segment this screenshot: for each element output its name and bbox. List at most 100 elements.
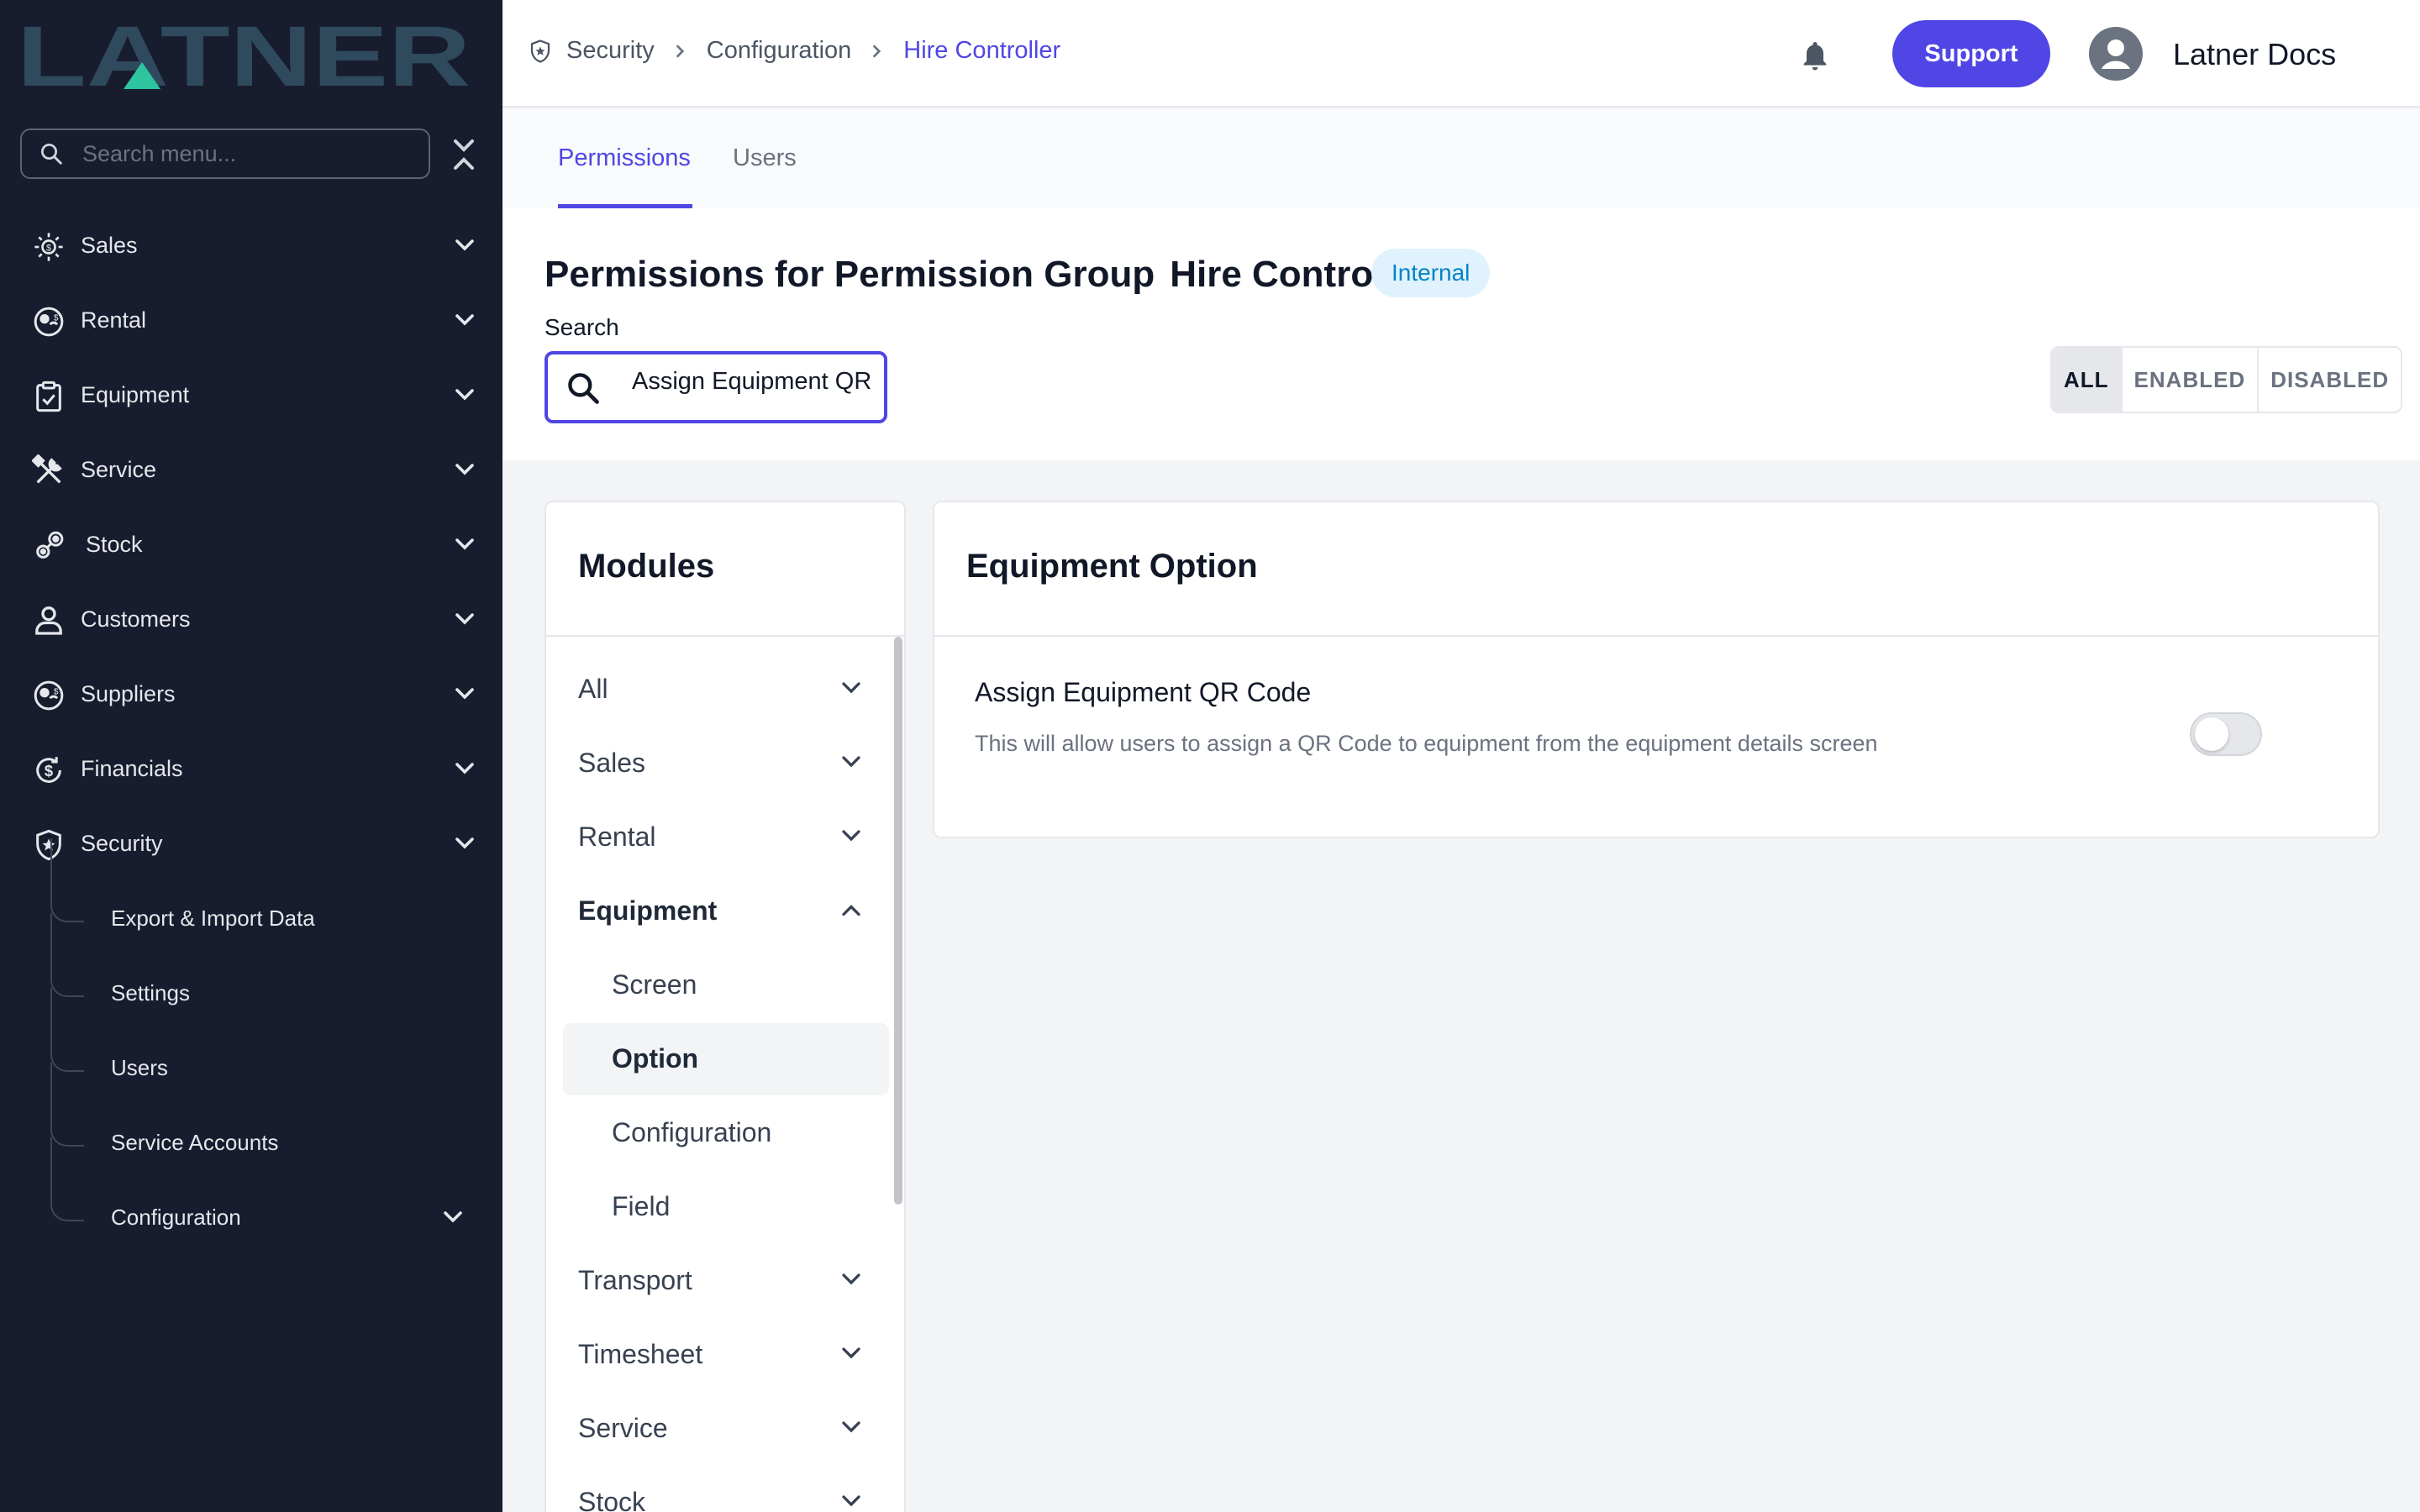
svg-text:$: $ — [46, 243, 51, 253]
sidebar-item-suppliers[interactable]: $ Suppliers — [0, 664, 502, 723]
avatar[interactable] — [2089, 27, 2143, 81]
module-sublabel: Configuration — [612, 1117, 772, 1147]
chevron-down-icon — [455, 239, 474, 251]
filter-all-button[interactable]: ALL — [2052, 348, 2123, 412]
shield-icon — [530, 39, 550, 63]
module-label: Sales — [578, 748, 646, 778]
breadcrumb-current[interactable]: Hire Controller — [903, 37, 1060, 65]
module-sublabel: Screen — [612, 969, 697, 1000]
tree-connector — [50, 988, 84, 1072]
sidebar-item-label: Sales — [81, 232, 138, 258]
sidebar-item-rental[interactable]: $ Rental — [0, 291, 502, 349]
svg-text:$: $ — [54, 313, 59, 323]
divider — [934, 635, 2378, 637]
toggle-knob — [2195, 717, 2228, 751]
filter-disabled-button[interactable]: DISABLED — [2259, 348, 2402, 412]
scrollbar[interactable] — [894, 637, 902, 1205]
chevron-down-icon — [455, 837, 474, 849]
module-subitem-screen[interactable]: Screen — [563, 949, 889, 1021]
tree-connector — [50, 1063, 84, 1147]
sidebar-item-financials[interactable]: $ Financials — [0, 739, 502, 798]
sidebar-search-input[interactable] — [82, 140, 418, 167]
breadcrumb-configuration[interactable]: Configuration — [707, 37, 852, 65]
modules-panel: Modules All Sales Rental Equipment Scree… — [544, 501, 906, 1512]
sidebar-item-stock[interactable]: Stock — [0, 515, 502, 574]
chevron-right-icon — [872, 44, 881, 58]
module-subitem-field[interactable]: Field — [563, 1171, 889, 1243]
module-item-stock[interactable]: Stock — [546, 1467, 891, 1512]
sidebar-item-label: Security — [81, 830, 163, 856]
module-label: Equipment — [578, 895, 718, 926]
support-button[interactable]: Support — [1892, 20, 2050, 87]
user-name[interactable]: Latner Docs — [2173, 37, 2336, 72]
rental-icon: $ — [34, 307, 64, 337]
module-label: Rental — [578, 822, 656, 852]
tab-users[interactable]: Users — [733, 144, 797, 172]
page-title-prefix: Permissions for Permission Group — [544, 254, 1155, 295]
sales-icon: $ — [34, 233, 63, 261]
supplier-icon: $ — [34, 680, 64, 711]
sidebar-item-label: Financials — [81, 755, 183, 781]
chevron-down-icon — [842, 682, 860, 694]
chevron-right-icon — [676, 44, 684, 58]
chevron-down-icon — [842, 756, 860, 768]
gears-icon — [36, 531, 64, 559]
latner-logo[interactable]: LATNER — [17, 18, 471, 92]
status-filter: ALL ENABLED DISABLED — [2050, 346, 2403, 413]
search-icon — [41, 144, 62, 165]
bell-icon[interactable] — [1798, 37, 1832, 74]
module-subitem-configuration[interactable]: Configuration — [563, 1097, 889, 1169]
sidebar-item-sales[interactable]: $ Sales — [0, 216, 502, 275]
module-item-sales[interactable]: Sales — [546, 727, 891, 800]
search-label: Search — [544, 314, 619, 340]
sidebar-subitem-configuration[interactable]: Configuration — [0, 1137, 502, 1247]
module-item-equipment[interactable]: Equipment — [546, 875, 891, 948]
chevron-down-icon — [842, 1495, 860, 1507]
dollar-icon: $ — [36, 757, 61, 783]
permission-panel-title: Equipment Option — [966, 548, 1258, 585]
module-item-timesheet[interactable]: Timesheet — [546, 1319, 891, 1391]
status-badge: Internal — [1371, 249, 1491, 297]
module-label: Transport — [578, 1265, 692, 1295]
module-item-transport[interactable]: Transport — [546, 1245, 891, 1317]
sidebar-item-label: Rental — [81, 307, 147, 333]
sidebar: LATNER $ Sales $ Rental — [0, 0, 502, 1512]
tab-bar: Permissions Users — [502, 109, 2420, 208]
chevron-down-icon — [455, 538, 474, 550]
person-icon — [35, 606, 62, 635]
permission-name: Assign Equipment QR Code — [975, 677, 1312, 707]
module-sublabel: Option — [612, 1043, 699, 1074]
tree-connector — [50, 1137, 84, 1221]
module-item-all[interactable]: All — [546, 654, 891, 726]
chevron-down-icon — [455, 389, 474, 401]
permission-search-input[interactable] — [632, 368, 877, 396]
logo-text: LATNER — [17, 18, 471, 92]
divider — [546, 635, 904, 637]
tab-permissions[interactable]: Permissions — [558, 144, 691, 172]
sidebar-item-customers[interactable]: Customers — [0, 590, 502, 648]
chevron-down-icon — [842, 1347, 860, 1359]
sidebar-subitem-label: Settings — [111, 980, 190, 1005]
module-item-service[interactable]: Service — [546, 1393, 891, 1465]
breadcrumb-security[interactable]: Security — [566, 37, 655, 65]
permission-description: This will allow users to assign a QR Cod… — [975, 731, 1878, 756]
chevron-down-icon — [842, 1421, 860, 1433]
module-subitem-option[interactable]: Option — [563, 1023, 889, 1095]
collapse-icon[interactable] — [450, 138, 477, 171]
sidebar-item-service[interactable]: Service — [0, 440, 502, 499]
module-item-rental[interactable]: Rental — [546, 801, 891, 874]
sidebar-item-equipment[interactable]: Equipment — [0, 365, 502, 424]
chevron-down-icon — [455, 314, 474, 326]
module-label: All — [578, 674, 608, 704]
sidebar-subitem-label: Configuration — [111, 1205, 241, 1230]
permission-toggle[interactable] — [2190, 712, 2262, 756]
permission-search[interactable] — [544, 351, 887, 423]
sidebar-search[interactable] — [20, 129, 430, 179]
module-label: Service — [578, 1413, 668, 1443]
chevron-down-icon — [455, 613, 474, 625]
breadcrumb: Security Configuration Hire Controller — [528, 37, 1060, 65]
svg-text:$: $ — [54, 687, 59, 696]
tree-connector — [50, 913, 84, 997]
filter-enabled-button[interactable]: ENABLED — [2122, 348, 2260, 412]
permission-header: Permissions for Permission Group Hire Co… — [502, 208, 2420, 460]
